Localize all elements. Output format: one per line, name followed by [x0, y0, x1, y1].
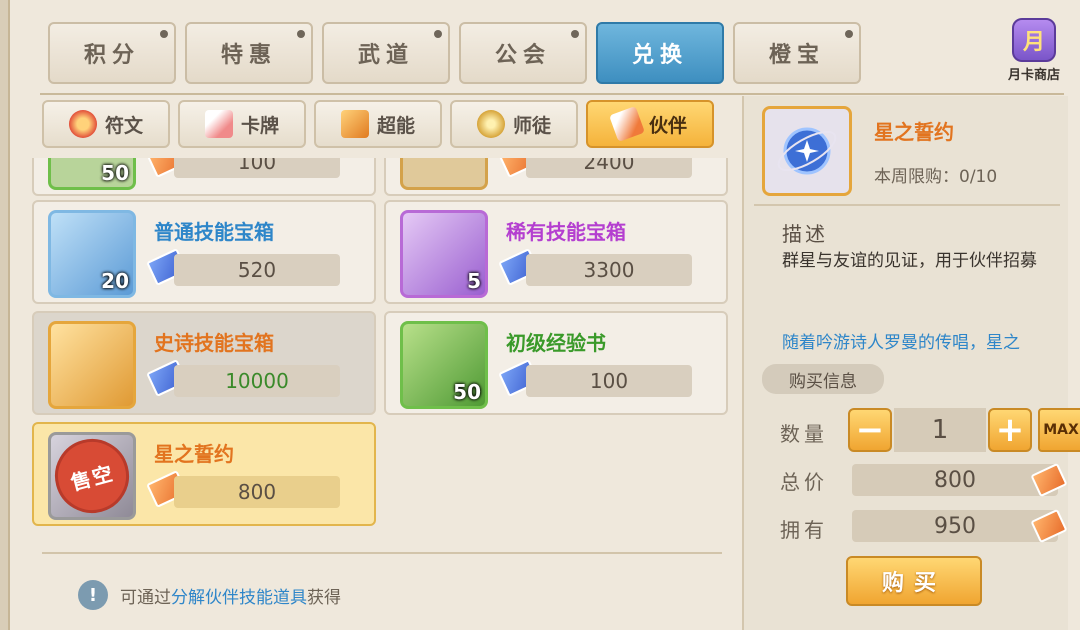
detail-title: 星之誓约 [874, 120, 954, 144]
hint-prefix: 可通过 [120, 587, 171, 608]
tab-guild[interactable]: 公会 [459, 22, 587, 84]
item-card-partial[interactable]: 50 100 [32, 158, 376, 196]
max-button[interactable]: MAX [1038, 408, 1080, 452]
item-icon: 50 [48, 158, 136, 190]
divider [754, 204, 1060, 206]
item-price: 2400 [526, 158, 692, 178]
item-qty: 20 [101, 269, 129, 293]
star-oath-icon [762, 106, 852, 196]
sub-tab-bar: 符文 卡牌 超能 师徒 伙伴 [42, 100, 714, 148]
item-price: 3300 [526, 254, 692, 286]
item-card[interactable]: 5 稀有技能宝箱 3300 [384, 200, 728, 304]
item-qty: 5 [467, 269, 481, 293]
star-orb-icon [777, 127, 837, 175]
subtab-super[interactable]: 超能 [314, 100, 442, 148]
cube-icon [340, 110, 369, 138]
weekly-limit: 本周限购：0/10 [874, 167, 998, 187]
tab-label: 公会 [494, 43, 551, 68]
tab-label: 兑换 [631, 43, 688, 68]
subtab-label: 卡牌 [240, 114, 279, 137]
subtab-rune[interactable]: 符文 [42, 100, 170, 148]
tab-label: 武道 [357, 43, 414, 68]
total-price: 800 [852, 464, 1058, 496]
item-detail-panel: 星之誓约 本周限购：0/10 描述 群星与友谊的见证，用于伙伴招募 随着吟游诗人… [742, 96, 1080, 630]
tab-label: 特惠 [220, 43, 277, 68]
common-chest-icon: 20 [48, 210, 136, 298]
item-card-partial[interactable]: 2400 [384, 158, 728, 196]
item-name: 星之誓约 [154, 442, 234, 466]
month-card-label: 月卡商店 [1007, 68, 1060, 83]
item-card[interactable]: 50 初级经验书 100 [384, 311, 728, 415]
hint-suffix: 获得 [307, 587, 341, 608]
plus-button[interactable]: + [988, 408, 1032, 452]
item-card[interactable]: 史诗技能宝箱 10000 [32, 311, 376, 415]
month-card-icon: 月 [1012, 18, 1056, 62]
subtab-label: 伙伴 [648, 114, 687, 137]
divider [42, 552, 722, 554]
subtab-label: 符文 [104, 114, 143, 137]
sold-out-stamp: 售空 [51, 435, 133, 517]
item-icon [400, 158, 488, 190]
rune-icon [68, 110, 97, 138]
item-name: 初级经验书 [506, 331, 606, 355]
item-card-selected[interactable]: 售空 星之誓约 800 [32, 422, 376, 526]
item-price: 10000 [174, 365, 340, 397]
item-price: 100 [174, 158, 340, 178]
subtab-partner[interactable]: 伙伴 [586, 100, 714, 148]
tab-label: 积分 [83, 43, 140, 68]
owned-label: 拥有 [780, 518, 828, 542]
tab-exchange[interactable]: 兑换 [596, 22, 724, 84]
item-list-panel: 符文 卡牌 超能 师徒 伙伴 50 100 2400 20 普通技能宝箱 520… [32, 96, 740, 630]
epic-chest-icon [48, 321, 136, 409]
item-price: 800 [174, 476, 340, 508]
coin-icon [476, 110, 505, 138]
card-icon [204, 110, 233, 138]
tab-martial[interactable]: 武道 [322, 22, 450, 84]
shop-window: 积分 特惠 武道 公会 兑换 橙宝 月 月卡商店 符文 卡牌 超能 师徒 伙伴 … [8, 0, 1080, 630]
pin-icon [434, 30, 442, 38]
star-oath-icon: 售空 [48, 432, 136, 520]
item-price: 100 [526, 365, 692, 397]
subtab-mentor[interactable]: 师徒 [450, 100, 578, 148]
hint-link[interactable]: 分解伙伴技能道具 [171, 588, 307, 608]
rare-chest-icon: 5 [400, 210, 488, 298]
item-name: 史诗技能宝箱 [154, 331, 274, 355]
divider [40, 93, 1064, 95]
ticket-icon [609, 106, 645, 142]
buy-info-label: 购买信息 [762, 364, 884, 394]
pin-icon [297, 30, 305, 38]
description-heading: 描述 [782, 222, 828, 246]
item-qty: 50 [101, 161, 129, 185]
pin-icon [845, 30, 853, 38]
subtab-label: 超能 [376, 114, 415, 137]
lore-text: 随着吟游诗人罗曼的传唱，星之 [782, 333, 1020, 353]
quantity-label: 数量 [780, 422, 828, 446]
item-name: 稀有技能宝箱 [506, 220, 626, 244]
pin-icon [160, 30, 168, 38]
total-label: 总价 [780, 470, 828, 494]
item-qty: 50 [453, 380, 481, 404]
description-text: 群星与友谊的见证，用于伙伴招募 [782, 251, 1037, 271]
exp-book-icon: 50 [400, 321, 488, 409]
tab-label: 橙宝 [768, 43, 825, 68]
buy-button[interactable]: 购买 [846, 556, 982, 606]
month-card-shop-button[interactable]: 月 月卡商店 [998, 18, 1070, 86]
tab-special[interactable]: 特惠 [185, 22, 313, 84]
quantity-field[interactable]: 1 [894, 408, 986, 452]
hint-row: ! 可通过分解伙伴技能道具获得 [78, 580, 341, 610]
owned-amount: 950 [852, 510, 1058, 542]
subtab-label: 师徒 [512, 114, 551, 137]
item-name: 普通技能宝箱 [154, 220, 274, 244]
subtab-card[interactable]: 卡牌 [178, 100, 306, 148]
item-price: 520 [174, 254, 340, 286]
tab-points[interactable]: 积分 [48, 22, 176, 84]
pin-icon [571, 30, 579, 38]
item-grid: 50 100 2400 20 普通技能宝箱 520 5 稀有技能宝箱 3300 … [32, 158, 732, 530]
info-icon: ! [78, 580, 108, 610]
tab-orange-treasure[interactable]: 橙宝 [733, 22, 861, 84]
hint-text: 可通过分解伙伴技能道具获得 [120, 583, 341, 608]
minus-button[interactable]: − [848, 408, 892, 452]
item-card[interactable]: 20 普通技能宝箱 520 [32, 200, 376, 304]
top-tab-bar: 积分 特惠 武道 公会 兑换 橙宝 [48, 22, 861, 84]
